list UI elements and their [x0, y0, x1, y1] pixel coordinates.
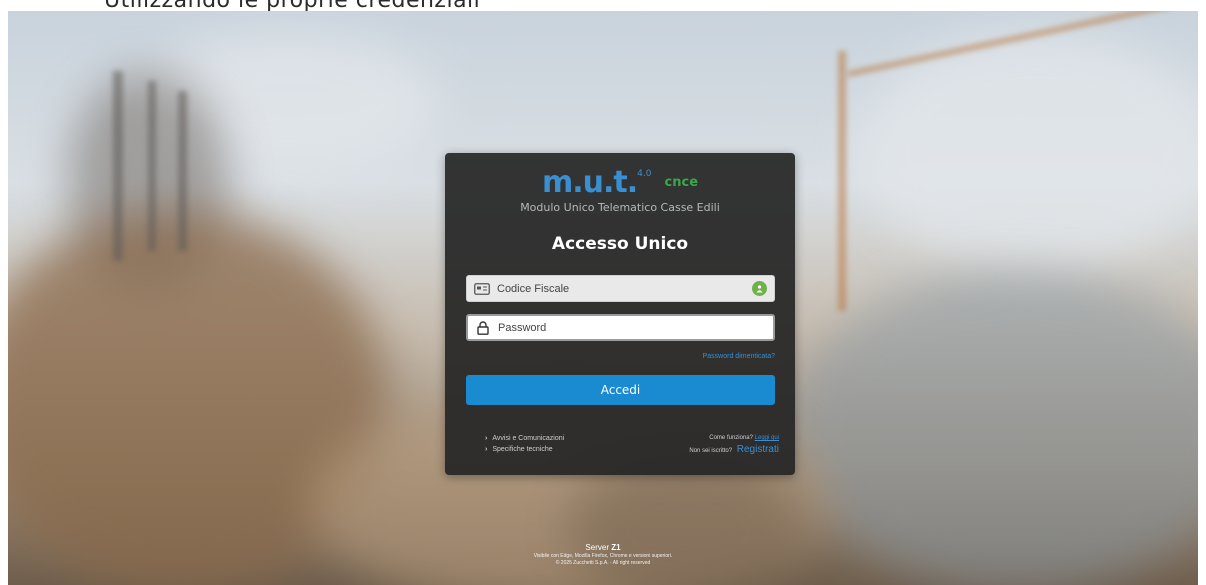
password-field[interactable]	[466, 314, 775, 341]
background-photo: m.u.t.4.0 cnce Modulo Unico Telematico C…	[8, 11, 1198, 585]
browser-support-note: Visibile con Edge, Mozilla Firefox, Chro…	[533, 553, 673, 559]
lock-icon	[468, 316, 498, 339]
login-panel: m.u.t.4.0 cnce Modulo Unico Telematico C…	[445, 153, 795, 475]
autofill-badge-icon[interactable]	[752, 281, 767, 296]
chevron-right-icon: ›	[485, 435, 488, 442]
info-links: › Avvisi e Comunicazioni › Specifiche tecn…	[485, 433, 564, 455]
link-avvisi[interactable]: › Avvisi e Comunicazioni	[485, 433, 564, 444]
chevron-right-icon: ›	[485, 446, 488, 453]
cnce-logo: cnce	[664, 175, 699, 190]
help-links: Come funziona? Leggi qui Non sei iscritt…	[689, 433, 779, 457]
link-specifiche[interactable]: › Specifiche tecniche	[485, 444, 564, 455]
register-link[interactable]: Registrati	[737, 444, 779, 455]
mut-logo: m.u.t.4.0 cnce	[541, 165, 699, 200]
app-subtitle: Modulo Unico Telematico Casse Edili	[520, 201, 720, 214]
page-footer: Server Z1 Visibile con Edge, Mozilla Fir…	[8, 542, 1198, 567]
password-input[interactable]	[498, 316, 773, 339]
codice-fiscale-input[interactable]	[497, 276, 752, 301]
id-card-icon	[467, 276, 497, 301]
codice-fiscale-field[interactable]	[466, 275, 775, 302]
forgot-password-link[interactable]: Password dimenticata?	[703, 353, 775, 360]
login-title: Accesso Unico	[551, 234, 689, 254]
register-line: Non sei iscritto? Registrati	[689, 444, 779, 455]
copyright: © 2025 Zucchetti S.p.A. - All right rese…	[555, 560, 651, 566]
read-here-link[interactable]: Leggi qui	[755, 435, 779, 441]
server-info: Server Z1	[585, 543, 621, 552]
login-button[interactable]: Accedi	[466, 375, 775, 405]
how-it-works-line: Come funziona? Leggi qui	[709, 435, 779, 441]
